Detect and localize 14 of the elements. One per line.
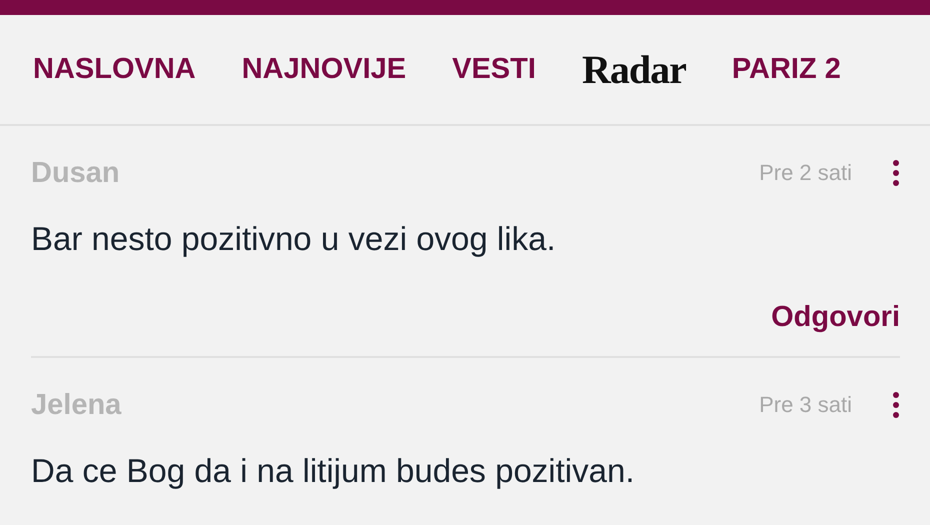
comment-author: Dusan (31, 156, 120, 190)
radar-logo[interactable]: Radar (582, 46, 686, 93)
more-options-icon[interactable] (892, 390, 900, 420)
comment-time: Pre 2 sati (759, 160, 852, 186)
nav-link[interactable]: VESTI (452, 53, 536, 86)
reply-link[interactable]: Odgovori (771, 301, 900, 334)
more-options-icon[interactable] (892, 158, 900, 188)
comment-text: Da ce Bog da i na litijum budes pozitivan. (31, 451, 636, 491)
nav-link[interactable]: NAJNOVIJE (242, 53, 406, 86)
comment-time: Pre 3 sati (759, 392, 852, 418)
nav-link[interactable]: PARIZ 2 (732, 53, 841, 86)
comment-text: Bar nesto pozitivno u vezi ovog lika. (31, 219, 557, 259)
comment-author: Jelena (31, 388, 122, 422)
nav-link[interactable]: NASLOVNA (33, 53, 196, 86)
